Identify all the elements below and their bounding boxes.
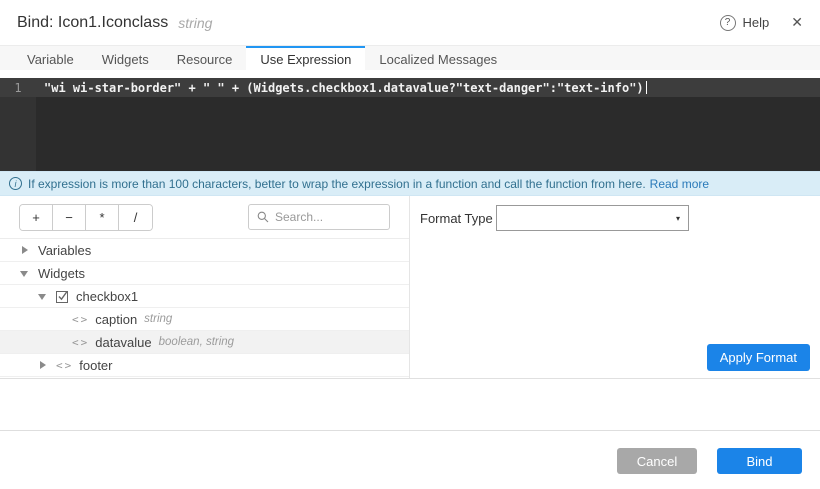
help-icon[interactable]: ? — [720, 15, 736, 31]
tree-item-type: string — [144, 313, 172, 325]
format-type-row: Format Type ▾ — [410, 196, 820, 231]
format-type-label: Format Type — [420, 211, 496, 226]
read-more-link[interactable]: Read more — [650, 177, 709, 191]
chevron-right-icon[interactable] — [20, 246, 29, 255]
info-bar: i If expression is more than 100 charact… — [0, 171, 820, 196]
search-icon — [257, 211, 269, 223]
search-box[interactable] — [248, 204, 390, 230]
tree-item-label: Widgets — [38, 266, 85, 281]
bind-dialog: Bind: Icon1.Iconclass string ? Help ✕ Va… — [0, 0, 820, 489]
line-number: 1 — [0, 81, 36, 95]
tab-localized-messages[interactable]: Localized Messages — [365, 46, 511, 70]
info-icon: i — [9, 177, 22, 190]
tree-item-variables[interactable]: Variables — [0, 239, 409, 262]
format-panel: Format Type ▾ Apply Format — [410, 196, 820, 378]
tab-use-expression[interactable]: Use Expression — [246, 46, 365, 70]
tree-item-type: boolean, string — [159, 336, 234, 348]
tree-item-label: checkbox1 — [76, 289, 138, 304]
expression-code[interactable]: "wi wi-star-border" + " " + (Widgets.che… — [36, 81, 644, 95]
chevron-down-icon[interactable] — [38, 292, 47, 301]
tree-item-label: datavalue — [95, 335, 151, 350]
search-input[interactable] — [275, 210, 381, 224]
info-message: If expression is more than 100 character… — [28, 177, 646, 191]
bind-button[interactable]: Bind — [717, 448, 802, 474]
tab-widgets[interactable]: Widgets — [88, 46, 163, 70]
editor-active-line[interactable]: 1 "wi wi-star-border" + " " + (Widgets.c… — [0, 78, 820, 97]
minus-operator-button[interactable]: − — [53, 205, 86, 230]
tree-item-label: caption — [95, 312, 137, 327]
operator-toolbar: + − * / — [0, 196, 409, 239]
apply-format-button[interactable]: Apply Format — [707, 344, 810, 371]
tree-item-checkbox1[interactable]: checkbox1 — [0, 285, 409, 308]
dialog-header: Bind: Icon1.Iconclass string ? Help ✕ — [0, 0, 820, 45]
tree-item-widgets[interactable]: Widgets — [0, 262, 409, 285]
chevron-right-icon[interactable] — [38, 361, 47, 370]
plus-operator-button[interactable]: + — [20, 205, 53, 230]
close-icon[interactable]: ✕ — [791, 14, 803, 31]
help-link[interactable]: Help — [743, 15, 770, 30]
checkbox-widget-icon — [56, 290, 69, 303]
tab-bar: Variable Widgets Resource Use Expression… — [0, 45, 820, 70]
tree-item-footer[interactable]: <> footer — [0, 354, 409, 377]
tree-item-caption[interactable]: <> caption string — [0, 308, 409, 331]
tab-variable[interactable]: Variable — [13, 46, 88, 70]
tree-item-datavalue[interactable]: <> datavalue boolean, string — [0, 331, 409, 354]
property-icon: <> — [72, 336, 89, 349]
binding-tree: Variables Widgets checkbox1 — [0, 239, 409, 377]
chevron-down-icon: ▾ — [676, 214, 680, 223]
dialog-footer: Cancel Bind — [0, 430, 820, 489]
expression-code-editor[interactable]: 1 "wi wi-star-border" + " " + (Widgets.c… — [0, 78, 820, 171]
multiply-operator-button[interactable]: * — [86, 205, 119, 230]
divide-operator-button[interactable]: / — [119, 205, 152, 230]
tree-item-label: footer — [79, 358, 112, 373]
dialog-subtitle-type: string — [178, 15, 212, 31]
expression-builder-panel: + − * / Variables — [0, 196, 410, 378]
operator-button-group: + − * / — [19, 204, 153, 231]
chevron-down-icon[interactable] — [20, 269, 29, 278]
property-icon: <> — [72, 313, 89, 326]
format-type-dropdown[interactable]: ▾ — [496, 205, 689, 231]
text-cursor — [646, 81, 647, 94]
cancel-button[interactable]: Cancel — [617, 448, 697, 474]
dialog-title: Bind: Icon1.Iconclass — [17, 14, 168, 32]
panels-area: + − * / Variables — [0, 196, 820, 379]
tab-resource[interactable]: Resource — [163, 46, 247, 70]
property-icon: <> — [56, 359, 73, 372]
header-actions: ? Help ✕ — [720, 14, 803, 31]
tree-item-label: Variables — [38, 243, 91, 258]
